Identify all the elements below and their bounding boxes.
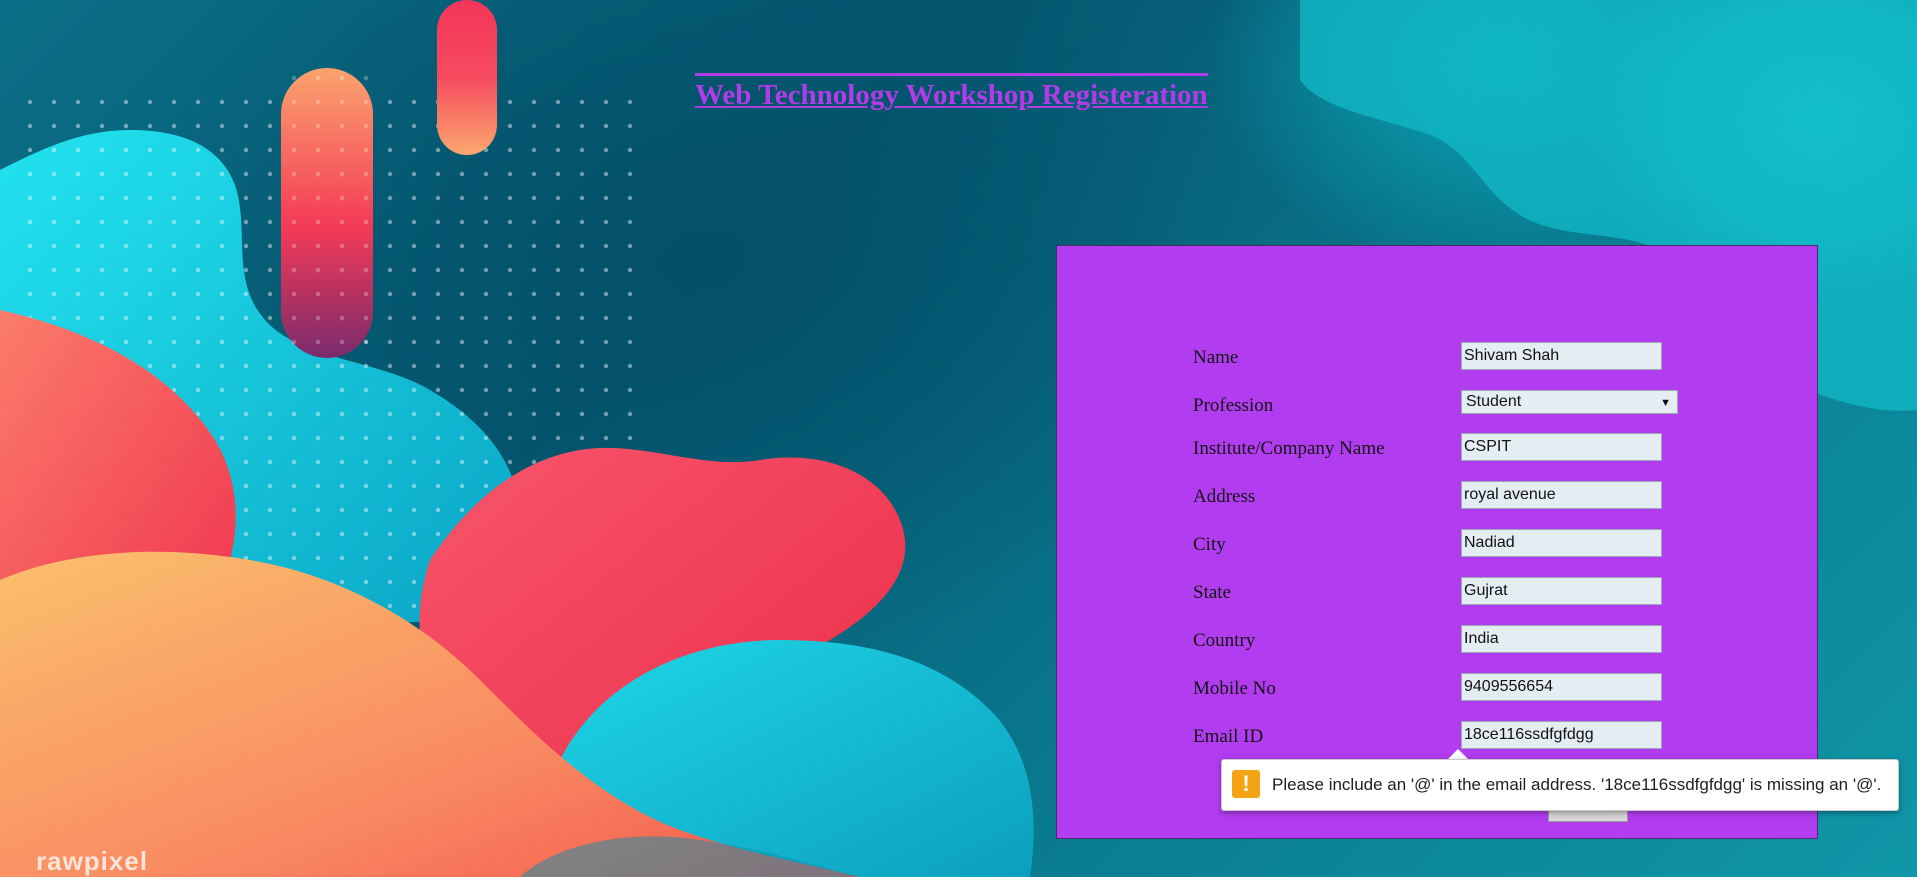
address-input[interactable]: royal avenue: [1461, 481, 1662, 509]
email-validation-tooltip: ! Please include an '@' in the email add…: [1221, 759, 1899, 811]
profession-selected-value: Student: [1466, 393, 1522, 410]
form-row-name: Name Shivam Shah: [1057, 342, 1817, 372]
warning-icon: !: [1232, 770, 1260, 798]
watermark-logo: rawpixel: [36, 846, 149, 876]
city-label: City: [1193, 534, 1226, 555]
form-row-email: Email ID 18ce116ssdfgfdgg: [1057, 721, 1817, 751]
state-input[interactable]: Gujrat: [1461, 577, 1662, 605]
form-row-institute: Institute/Company Name CSPIT: [1057, 433, 1817, 463]
page-title: Web Technology Workshop Registeration: [695, 73, 1208, 114]
profession-label: Profession: [1193, 395, 1274, 416]
state-label: State: [1193, 582, 1231, 603]
dropdown-arrow-icon: ▼: [1660, 397, 1671, 409]
institute-label: Institute/Company Name: [1193, 438, 1385, 459]
profession-select[interactable]: Student ▼: [1461, 390, 1678, 414]
name-input[interactable]: Shivam Shah: [1461, 342, 1662, 370]
name-label: Name: [1193, 347, 1239, 368]
form-row-address: Address royal avenue: [1057, 481, 1817, 511]
country-label: Country: [1193, 630, 1256, 651]
form-row-profession: Profession Student ▼: [1057, 390, 1817, 420]
form-row-state: State Gujrat: [1057, 577, 1817, 607]
email-input[interactable]: 18ce116ssdfgfdgg: [1461, 721, 1662, 749]
form-row-city: City Nadiad: [1057, 529, 1817, 559]
email-label: Email ID: [1193, 726, 1264, 747]
address-label: Address: [1193, 486, 1256, 507]
form-row-country: Country India: [1057, 625, 1817, 655]
institute-input[interactable]: CSPIT: [1461, 433, 1662, 461]
form-row-mobile: Mobile No 9409556654: [1057, 673, 1817, 703]
mobile-input[interactable]: 9409556654: [1461, 673, 1662, 701]
validation-message: Please include an '@' in the email addre…: [1272, 775, 1882, 794]
city-input[interactable]: Nadiad: [1461, 529, 1662, 557]
country-input[interactable]: India: [1461, 625, 1662, 653]
mobile-label: Mobile No: [1193, 678, 1276, 699]
registration-form: Name Shivam Shah Profession Student ▼ In…: [1056, 245, 1818, 839]
